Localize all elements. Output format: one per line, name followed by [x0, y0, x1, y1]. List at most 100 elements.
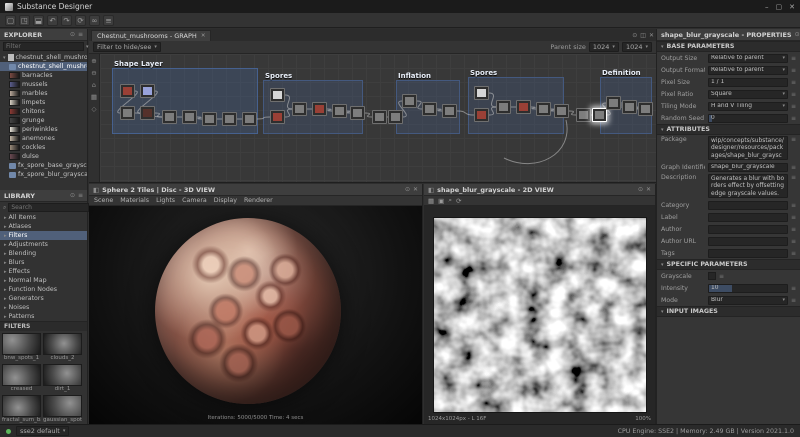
graph-node[interactable] — [442, 104, 457, 118]
property-toggle[interactable] — [708, 272, 716, 280]
graph-node[interactable] — [516, 100, 531, 114]
minimize-icon[interactable]: – — [765, 3, 769, 11]
graph-node[interactable] — [332, 104, 347, 118]
grid-toggle-icon[interactable]: ▦ — [91, 93, 97, 101]
view3d-menu-camera[interactable]: Camera — [182, 197, 207, 204]
row-menu-icon[interactable]: ≡ — [791, 136, 796, 143]
swatch-item[interactable]: cockles — [0, 143, 87, 152]
swatch-item[interactable]: dulse — [0, 152, 87, 161]
new-file-icon[interactable]: ▢ — [5, 15, 16, 26]
graph-node[interactable] — [140, 106, 155, 120]
graph-node[interactable] — [202, 112, 217, 126]
property-dropdown[interactable]: H and V Tiling▾ — [708, 102, 788, 111]
graph-node[interactable] — [222, 112, 237, 126]
row-menu-icon[interactable]: ≡ — [791, 174, 796, 181]
graph-node[interactable] — [140, 84, 155, 98]
caret-icon[interactable]: ▾ — [3, 55, 6, 61]
row-menu-icon[interactable]: ≡ — [791, 226, 796, 233]
snap-icon[interactable]: ◇ — [92, 105, 97, 113]
view3d-menu-lights[interactable]: Lights — [156, 197, 175, 204]
view3d-menu-scene[interactable]: Scene — [94, 197, 113, 204]
redo-icon[interactable]: ↷ — [61, 15, 72, 26]
view3d-menu-materials[interactable]: Materials — [120, 197, 149, 204]
library-thumbnail[interactable]: clouds_2 — [43, 333, 82, 362]
library-category[interactable]: ▸Adjustments — [0, 240, 87, 249]
tiling-icon[interactable]: ▦ — [428, 197, 434, 205]
panel-pin-icon[interactable]: ⊙ — [795, 31, 800, 38]
library-thumbnail[interactable]: creased — [2, 364, 41, 393]
property-slider[interactable]: 10 — [708, 284, 788, 293]
graph-node[interactable] — [242, 112, 257, 126]
property-dropdown[interactable]: Relative to parent▾ — [708, 54, 788, 63]
fit-view-icon[interactable]: ⌂ — [92, 81, 96, 89]
graph-node[interactable] — [120, 84, 135, 98]
graph-node[interactable] — [312, 102, 327, 116]
panel-pin-icon[interactable]: ⊙ — [405, 186, 410, 193]
undo-icon[interactable]: ↶ — [47, 15, 58, 26]
zoom-out-icon[interactable]: ⊖ — [91, 69, 96, 77]
graph-node[interactable] — [422, 102, 437, 116]
panel-pin-icon[interactable]: ⊙ — [70, 192, 75, 199]
graph-node[interactable] — [270, 88, 285, 102]
graph-node[interactable] — [474, 108, 489, 122]
property-multiline[interactable]: wip/concepts/substance/designer/resource… — [708, 136, 788, 160]
property-multiline[interactable]: Generates a blur with borders effect by … — [708, 174, 788, 198]
library-category[interactable]: ▸Effects — [0, 267, 87, 276]
engine-dropdown[interactable]: sse2 default ▾ — [16, 426, 69, 436]
swatch-item[interactable]: marbles — [0, 89, 87, 98]
zoom-icon[interactable]: ⌕ — [448, 196, 452, 205]
panel-close-icon[interactable]: ✕ — [413, 186, 418, 193]
panel-pin-icon[interactable]: ⊙ — [638, 186, 643, 193]
panel-split-icon[interactable]: ◫ — [640, 32, 646, 39]
property-text[interactable]: shape_blur_grayscale — [708, 163, 788, 172]
parent-size-height-dropdown[interactable]: 1024 ▾ — [622, 42, 652, 52]
graph-node[interactable] — [638, 102, 653, 116]
panel-menu-icon[interactable]: ≡ — [78, 31, 83, 38]
view3d-menu-display[interactable]: Display — [214, 197, 237, 204]
swatch-item[interactable]: grunge — [0, 116, 87, 125]
panel-close-icon[interactable]: ✕ — [646, 186, 651, 193]
library-category[interactable]: ▸Generators — [0, 294, 87, 303]
row-menu-icon[interactable]: ≡ — [791, 91, 796, 98]
row-menu-icon[interactable]: ≡ — [791, 164, 796, 171]
library-thumbnail[interactable]: gaussian_spots_1 — [43, 395, 82, 424]
section-header[interactable]: ▾INPUT IMAGES — [657, 306, 800, 317]
panel-menu-icon[interactable]: ≡ — [78, 192, 83, 199]
graph-node[interactable] — [536, 102, 551, 116]
graph-node[interactable] — [372, 110, 387, 124]
swatch-item[interactable]: limpets — [0, 98, 87, 107]
resource-item[interactable]: fx_spore_blur_grayscale — [0, 170, 87, 179]
property-text[interactable] — [708, 237, 788, 246]
row-menu-icon[interactable]: ≡ — [791, 238, 796, 245]
library-thumbnail[interactable]: dirt_1 — [43, 364, 82, 393]
open-file-icon[interactable]: ◳ — [19, 15, 30, 26]
graph-node[interactable] — [388, 110, 403, 124]
library-category[interactable]: ▸Normal Map — [0, 276, 87, 285]
material-preview-sphere[interactable] — [155, 218, 341, 404]
panel-pin-icon[interactable]: ⊙ — [70, 31, 75, 38]
library-section-header[interactable]: FILTERS — [0, 321, 87, 331]
graph-node[interactable] — [496, 100, 511, 114]
graph-node[interactable] — [162, 110, 177, 124]
property-text[interactable] — [708, 225, 788, 234]
row-menu-icon[interactable]: ≡ — [791, 115, 796, 122]
library-category[interactable]: ▸Noises — [0, 303, 87, 312]
fit-icon[interactable]: ▣ — [438, 197, 444, 205]
library-category[interactable]: ▸Blending — [0, 249, 87, 258]
view3d-menu-renderer[interactable]: Renderer — [244, 197, 273, 204]
row-menu-icon[interactable]: ≡ — [791, 55, 796, 62]
swatch-item[interactable]: anemones — [0, 134, 87, 143]
graph-row[interactable]: chestnut_shell_mushrooms — [0, 62, 87, 71]
row-menu-icon[interactable]: ≡ — [791, 250, 796, 257]
link-icon[interactable]: ∞ — [89, 15, 100, 26]
section-header[interactable]: ▾SPECIFIC PARAMETERS — [657, 259, 800, 270]
row-menu-icon[interactable]: ≡ — [791, 79, 796, 86]
graph-node[interactable] — [606, 96, 621, 110]
property-text[interactable] — [708, 201, 788, 210]
graph-node[interactable] — [592, 108, 607, 122]
panel-pin-icon[interactable]: ⊙ — [632, 32, 637, 39]
view2d-viewport[interactable]: 1024x1024px - L 16F 100% — [424, 206, 655, 424]
graph-node[interactable] — [576, 108, 591, 122]
graph-node[interactable] — [554, 104, 569, 118]
row-menu-icon[interactable]: ≡ — [791, 103, 796, 110]
